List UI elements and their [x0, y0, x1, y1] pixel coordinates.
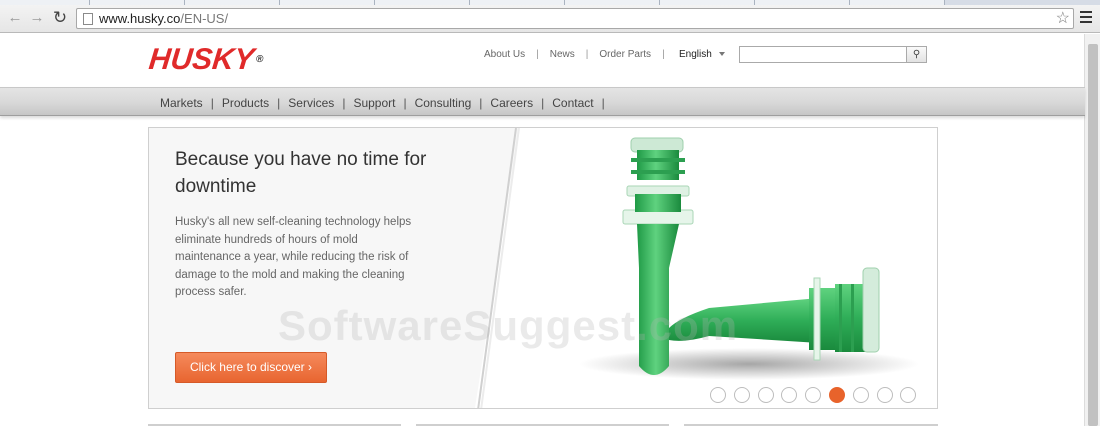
registered-mark: ® — [255, 54, 265, 65]
separator: | — [210, 96, 214, 110]
carousel-dot[interactable] — [876, 387, 893, 403]
language-selector[interactable]: English — [679, 49, 725, 61]
logo-text: HUSKY — [147, 43, 256, 76]
address-bar[interactable]: www.husky.co/EN-US/ ☆ — [76, 8, 1074, 29]
nav-item-careers[interactable]: Careers — [490, 96, 533, 110]
reload-icon[interactable]: ↻ — [51, 9, 69, 27]
discover-button[interactable]: Click here to discover › — [175, 352, 327, 383]
separator: | — [403, 96, 407, 110]
star-icon[interactable]: ☆ — [1056, 9, 1070, 29]
nav-item-contact[interactable]: Contact — [552, 96, 593, 110]
main-navigation: Markets | Products | Services | Support | Consul… — [0, 87, 1085, 116]
separator: | — [479, 96, 483, 110]
nav-item-consulting[interactable]: Consulting — [415, 96, 472, 110]
url-path: /EN-US/ — [180, 11, 229, 26]
carousel-dot[interactable] — [852, 387, 869, 403]
chevron-down-icon — [718, 52, 725, 57]
back-arrow-icon[interactable]: ← — [6, 9, 24, 27]
page-icon — [83, 13, 93, 25]
search-input[interactable] — [742, 48, 902, 61]
site-search: ⚲ — [739, 46, 927, 63]
separator: | — [536, 49, 539, 60]
utility-link-about-us[interactable]: About Us — [484, 49, 525, 60]
carousel-pagination — [710, 387, 924, 404]
nav-item-markets[interactable]: Markets — [160, 96, 203, 110]
page-scrollbar[interactable] — [1084, 34, 1100, 426]
hero-headline: Because you have no time for downtime — [175, 149, 427, 197]
separator: | — [585, 49, 589, 60]
url-text[interactable]: www.husky.co/EN-US/ — [99, 11, 228, 27]
hero-carousel: Because you have no time for downtime Hu… — [148, 127, 938, 409]
separator: | — [277, 96, 281, 110]
carousel-dot[interactable] — [805, 387, 822, 403]
hero-description: Husky's all new self-cleaning technology… — [175, 216, 412, 298]
carousel-dot[interactable] — [900, 387, 917, 403]
url-host: www.husky.co — [99, 11, 181, 26]
forward-arrow-icon[interactable]: → — [28, 9, 46, 27]
nav-item-services[interactable]: Services — [288, 96, 334, 110]
magnifier-icon[interactable]: ⚲ — [906, 47, 926, 62]
carousel-dot[interactable] — [710, 387, 726, 403]
carousel-dot[interactable] — [757, 387, 774, 403]
separator: | — [601, 96, 605, 110]
green-preform-image — [579, 137, 919, 380]
utility-link-news[interactable]: News — [550, 49, 575, 60]
browser-toolbar: ← → ↻ www.husky.co/EN-US/ ☆ — [0, 5, 1100, 33]
husky-logo[interactable]: HUSKY® — [147, 43, 265, 76]
utility-nav: About Us | News | Order Parts | — [484, 49, 676, 61]
nav-item-support[interactable]: Support — [353, 96, 395, 110]
scrollbar-thumb[interactable] — [1088, 44, 1098, 426]
nav-item-products[interactable]: Products — [222, 96, 269, 110]
carousel-dot-active[interactable] — [828, 387, 845, 403]
hamburger-menu-icon[interactable] — [1080, 11, 1092, 25]
language-label: English — [679, 49, 712, 60]
carousel-dot[interactable] — [781, 387, 798, 403]
separator: | — [541, 96, 545, 110]
carousel-dot[interactable] — [733, 387, 750, 403]
separator: | — [342, 96, 346, 110]
separator: | — [662, 49, 665, 60]
utility-link-order-parts[interactable]: Order Parts — [599, 49, 651, 60]
